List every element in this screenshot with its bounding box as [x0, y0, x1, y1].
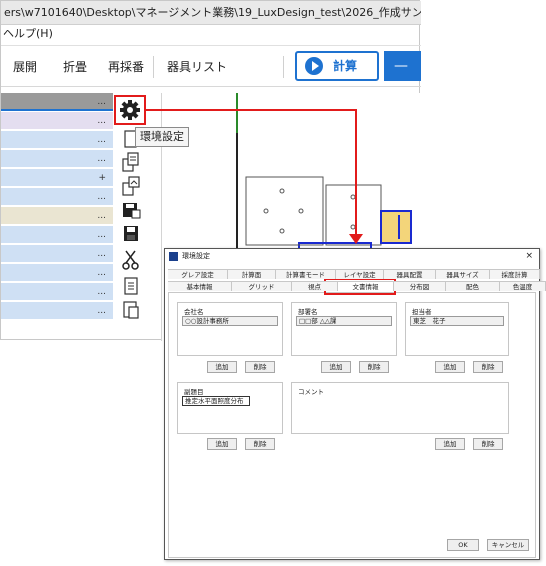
cut-icon[interactable] — [119, 249, 143, 271]
person-add-button[interactable]: 追加 — [435, 361, 465, 373]
toolbar: 展開 折畳 再採番 器具リスト 計算 — — [1, 45, 421, 87]
tab-row1-5[interactable]: 器具サイズ — [436, 269, 490, 279]
person-label: 担当者 — [412, 308, 432, 316]
menu-item-help[interactable]: ヘルプ(H) — [1, 25, 421, 43]
company-group: 会社名 ○○設計事務所 — [177, 302, 283, 356]
tab-row2-6[interactable]: 色温度 — [500, 281, 546, 291]
layer-row[interactable]: ... — [1, 112, 113, 130]
comment-delete-button[interactable]: 削除 — [473, 438, 503, 450]
play-icon — [305, 57, 323, 75]
tab-row1-6[interactable]: 採度計算 — [490, 269, 540, 279]
layer-row[interactable]: ... — [1, 245, 113, 263]
layer-list: ............ +..................... — [1, 93, 113, 341]
layer-row[interactable]: ... — [1, 131, 113, 149]
import-icon[interactable] — [119, 175, 143, 197]
layer-row[interactable]: ... — [1, 93, 113, 111]
subtitle-add-button[interactable]: 追加 — [207, 438, 237, 450]
comment-add-button[interactable]: 追加 — [435, 438, 465, 450]
toolbar-divider — [153, 56, 154, 78]
settings-button[interactable] — [114, 95, 146, 125]
tab-row1-3[interactable]: レイヤ設定 — [336, 269, 384, 279]
close-button[interactable]: × — [525, 249, 533, 264]
department-delete-button[interactable]: 削除 — [359, 361, 389, 373]
layer-row[interactable]: ... — [1, 188, 113, 206]
tab-row2-0[interactable]: 基本情報 — [168, 281, 232, 291]
tab-row2-5[interactable]: 配色 — [446, 281, 500, 291]
dialog-titlebar: 環境設定 × — [165, 249, 539, 264]
paste-icon[interactable] — [119, 299, 143, 321]
department-field[interactable]: □□部 △△課 — [296, 316, 392, 326]
callout-line — [146, 109, 357, 111]
fixture-list-button[interactable]: 器具リスト — [167, 46, 227, 88]
calculate-label: 計算 — [333, 59, 358, 73]
tab-row1-4[interactable]: 器具配置 — [384, 269, 436, 279]
subtitle-group: 副題目 推定水平面照度分布 — [177, 382, 283, 434]
tab-row2-4[interactable]: 分布図 — [394, 281, 446, 291]
subtitle-field[interactable]: 推定水平面照度分布 — [182, 396, 250, 406]
comment-label: コメント — [298, 388, 324, 396]
person-delete-button[interactable]: 削除 — [473, 361, 503, 373]
copy-pages-icon[interactable] — [119, 151, 143, 173]
department-label: 部署名 — [298, 308, 318, 316]
subtitle-label: 副題目 — [184, 388, 204, 396]
calculate-button[interactable]: 計算 — [295, 51, 379, 81]
clipboard-icon[interactable] — [119, 275, 143, 297]
company-delete-button[interactable]: 削除 — [245, 361, 275, 373]
callout-arrow-icon — [349, 234, 363, 244]
layer-row[interactable]: ... — [1, 207, 113, 225]
tab-content-document-info: 会社名 ○○設計事務所 追加 削除 部署名 □□部 △△課 追加 削除 担当者 … — [168, 292, 536, 558]
save-icon[interactable] — [119, 223, 143, 245]
comment-group[interactable]: コメント — [291, 382, 509, 434]
company-add-button[interactable]: 追加 — [207, 361, 237, 373]
tab-row2-2[interactable]: 視点 — [292, 281, 338, 291]
tab-row1-2[interactable]: 計算書モード — [276, 269, 336, 279]
renumber-button[interactable]: 再採番 — [108, 46, 144, 88]
company-field[interactable]: ○○設計事務所 — [182, 316, 278, 326]
layer-row[interactable]: ... — [1, 150, 113, 168]
expand-button[interactable]: 展開 — [13, 46, 37, 88]
more-button[interactable]: — — [384, 51, 421, 81]
toolbar-divider — [283, 56, 284, 78]
layer-row[interactable]: + — [1, 169, 113, 187]
layer-row[interactable]: ... — [1, 264, 113, 282]
dialog-title: 環境設定 — [182, 252, 210, 260]
cancel-button[interactable]: キャンセル — [487, 539, 529, 551]
department-group: 部署名 □□部 △△課 — [291, 302, 397, 356]
layer-row[interactable]: ... — [1, 226, 113, 244]
tab-row1-0[interactable]: グレア設定 — [168, 269, 228, 279]
ok-button[interactable]: OK — [447, 539, 479, 551]
gear-icon — [120, 100, 140, 120]
person-field[interactable]: 東芝 花子 — [410, 316, 504, 326]
department-add-button[interactable]: 追加 — [321, 361, 351, 373]
settings-tooltip: 環境設定 — [135, 127, 189, 147]
window-title: ers\w7101640\Desktop\マネージメント業務\19_LuxDes… — [1, 1, 421, 25]
tab-row2-1[interactable]: グリッド — [232, 281, 292, 291]
save-as-icon[interactable] — [119, 199, 143, 221]
layer-row[interactable]: ... — [1, 302, 113, 320]
layer-row[interactable]: ... — [1, 283, 113, 301]
company-label: 会社名 — [184, 308, 204, 316]
person-group: 担当者 東芝 花子 — [405, 302, 509, 356]
app-logo-icon — [169, 252, 178, 261]
subtitle-delete-button[interactable]: 削除 — [245, 438, 275, 450]
settings-dialog: 環境設定 × 会社名 ○○設計事務所 追加 削除 部署名 □□部 △△課 追加 … — [164, 248, 546, 560]
callout-line — [355, 109, 357, 237]
tab-row1-1[interactable]: 計算面 — [228, 269, 276, 279]
collapse-button[interactable]: 折畳 — [63, 46, 87, 88]
tab-row2-3[interactable]: 文書情報 — [338, 281, 394, 291]
